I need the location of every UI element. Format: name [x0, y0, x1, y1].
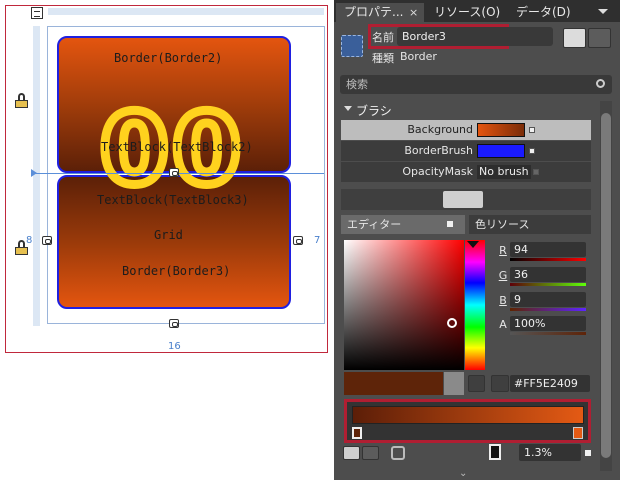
offset-marker-icon[interactable] — [585, 450, 591, 456]
panel-tab-strip: プロパテ... × リソース(O) データ(D) — [334, 0, 620, 22]
selected-stop-indicator — [489, 444, 501, 460]
no-brush-tab-icon[interactable] — [343, 191, 383, 208]
channel-bar-a[interactable] — [510, 332, 586, 335]
border2-label: Border(Border2) — [114, 51, 223, 65]
gradient-strip[interactable] — [352, 406, 584, 424]
right-chain-handle-icon[interactable] — [293, 236, 303, 245]
search-input[interactable]: 検索 — [340, 75, 612, 94]
editor-marker-icon[interactable] — [447, 221, 453, 227]
channel-label-g: G — [498, 269, 508, 282]
advanced-marker-icon[interactable] — [529, 148, 535, 154]
margin-left-value: 8 — [26, 235, 33, 246]
expand-more-icon[interactable]: ⌄ — [459, 468, 467, 479]
document-icon — [31, 7, 43, 19]
hue-slider-thumb[interactable] — [467, 241, 479, 248]
row-guide-line[interactable] — [34, 173, 324, 174]
gradient-brush-tab-icon[interactable] — [443, 191, 483, 208]
search-icon[interactable] — [596, 79, 605, 88]
gradient-offset-input[interactable]: 1.3% — [519, 444, 581, 461]
advanced-marker-icon[interactable] — [529, 127, 535, 133]
close-icon[interactable]: × — [409, 3, 418, 22]
background-swatch[interactable] — [477, 123, 525, 137]
brush-type-tabs — [341, 189, 591, 210]
lock-top-icon[interactable] — [15, 93, 28, 108]
type-label: 種類 — [372, 52, 394, 65]
properties-panel: プロパテ... × リソース(O) データ(D) 名前 Border3 種類 B… — [334, 0, 620, 480]
name-input[interactable]: Border3 — [397, 27, 553, 46]
current-color-preview — [344, 372, 443, 395]
tile-brush-tab-icon[interactable] — [493, 191, 533, 208]
gradient-editor[interactable] — [344, 399, 591, 443]
prop-row-borderbrush[interactable]: BorderBrush — [341, 141, 591, 161]
advanced-marker-icon[interactable] — [533, 169, 539, 175]
margin-right-value: 7 — [314, 235, 321, 246]
bottom-chain-handle-icon[interactable] — [169, 319, 179, 328]
channel-input-b[interactable]: 9 — [510, 292, 586, 307]
prop-label-opacitymask: OpacityMask — [402, 165, 473, 178]
name-label: 名前 — [372, 31, 394, 44]
center-chain-handle-icon[interactable] — [169, 168, 179, 177]
channel-bar-g[interactable] — [510, 283, 586, 286]
channel-input-r[interactable]: 94 — [510, 242, 586, 257]
border3-label: Border(Border3) — [122, 264, 231, 278]
grid-label: Grid — [154, 228, 183, 242]
tab-color-resources[interactable]: 色リソース — [469, 215, 591, 234]
opacitymask-value[interactable]: No brush — [477, 165, 531, 179]
color-saturation-area[interactable] — [344, 240, 464, 370]
tab-data[interactable]: データ(D) — [508, 3, 590, 22]
gradient-stop-start[interactable] — [352, 427, 362, 439]
color-space-toggle-icon[interactable] — [491, 375, 509, 392]
row-guide-arrow-icon[interactable] — [31, 169, 37, 177]
editor-tab-strip: エディター 色リソース — [341, 215, 591, 234]
chevron-down-icon[interactable] — [598, 9, 608, 14]
gradient-stop-end[interactable] — [573, 427, 583, 439]
hex-color-input[interactable]: #FF5E2409 — [510, 375, 590, 392]
panel-scrollbar[interactable] — [600, 101, 612, 471]
color-picker-cursor[interactable] — [447, 318, 457, 328]
original-color-preview — [444, 372, 464, 395]
designer-canvas[interactable]: 00 Border(Border2) TextBlock(TextBlock2)… — [5, 5, 328, 353]
type-value: Border — [400, 50, 437, 63]
solid-brush-tab-icon[interactable] — [393, 191, 433, 208]
channel-bar-r[interactable] — [510, 258, 586, 261]
channel-input-g[interactable]: 36 — [510, 267, 586, 282]
eyedropper-icon[interactable] — [468, 375, 485, 392]
scrollbar-thumb[interactable] — [601, 113, 611, 458]
tab-resources[interactable]: リソース(O) — [426, 3, 506, 22]
textblock2-label: TextBlock(TextBlock2) — [101, 140, 253, 154]
left-chain-handle-icon[interactable] — [42, 236, 52, 245]
channel-bar-b[interactable] — [510, 308, 586, 311]
section-title: ブラシ — [356, 104, 392, 118]
prop-row-background[interactable]: Background — [341, 120, 591, 140]
textblock3-label: TextBlock(TextBlock3) — [97, 193, 249, 207]
radial-gradient-icon[interactable] — [362, 446, 379, 460]
hue-slider[interactable] — [465, 240, 485, 370]
prop-row-opacitymask[interactable]: OpacityMask No brush — [341, 162, 591, 182]
properties-view-icon[interactable] — [563, 28, 586, 48]
horizontal-ruler — [48, 8, 324, 15]
collapse-arrow-icon[interactable] — [344, 106, 352, 111]
channel-label-b: B — [499, 294, 507, 307]
channel-input-a[interactable]: 100% — [510, 316, 586, 331]
events-view-icon[interactable] — [588, 28, 611, 48]
channel-label-r: R — [499, 244, 507, 257]
element-type-icon — [341, 35, 363, 57]
resource-brush-tab-icon[interactable] — [543, 191, 583, 208]
prop-label-borderbrush: BorderBrush — [404, 144, 473, 157]
borderbrush-swatch[interactable] — [477, 144, 525, 158]
brush-section-header[interactable]: ブラシ — [338, 101, 594, 118]
linear-gradient-icon[interactable] — [343, 446, 360, 460]
channel-label-a: A — [499, 318, 507, 331]
prop-label-background: Background — [407, 123, 473, 136]
margin-bottom-value: 16 — [168, 341, 181, 352]
reverse-gradient-icon[interactable] — [391, 446, 405, 460]
